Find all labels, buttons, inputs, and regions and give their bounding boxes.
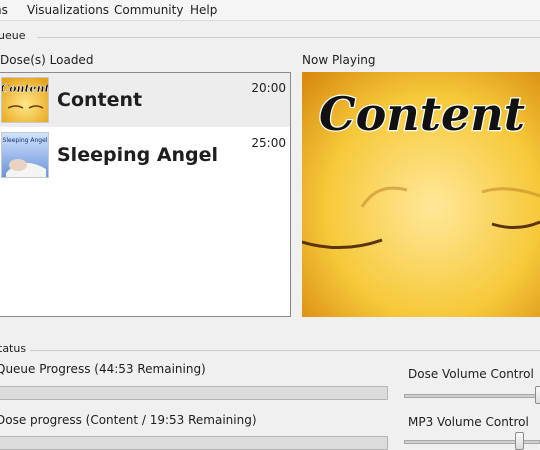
dose-progress-bar — [0, 436, 388, 450]
status-group-divider — [30, 350, 540, 351]
dose-duration: 25:00 — [251, 136, 286, 150]
queue-progress-label: Queue Progress (44:53 Remaining) — [0, 362, 206, 376]
dose-thumbnail-sleeping-angel: Sleeping Angel — [1, 132, 49, 178]
dose-thumb-label: Sleeping Angel — [3, 137, 48, 144]
dose-volume-slider[interactable] — [404, 386, 540, 404]
dose-title: Sleeping Angel — [57, 144, 219, 166]
menu-community[interactable]: Community — [114, 3, 183, 17]
dose-thumb-label: Content — [2, 82, 48, 95]
dose-volume-thumb[interactable] — [535, 386, 540, 404]
now-playing-title: Content — [319, 87, 525, 141]
menu-options[interactable]: ns — [0, 3, 8, 17]
doses-loaded-label: Dose(s) Loaded — [0, 53, 94, 67]
dose-thumbnail-content: Content — [1, 77, 49, 123]
mp3-volume-thumb[interactable] — [515, 432, 524, 450]
dose-duration: 20:00 — [251, 81, 286, 95]
status-group-legend: tatus — [0, 342, 27, 355]
queue-group-divider — [37, 37, 540, 38]
menu-visualizations[interactable]: Visualizations — [27, 3, 109, 17]
dose-volume-label: Dose Volume Control — [408, 367, 534, 381]
now-playing-label: Now Playing — [302, 53, 376, 67]
queue-group-legend: ueue — [0, 29, 26, 42]
dose-progress-label: Dose progress (Content / 19:53 Remaining… — [0, 413, 257, 427]
dose-title: Content — [57, 89, 143, 111]
menu-help[interactable]: Help — [190, 3, 217, 17]
mp3-volume-slider[interactable] — [404, 432, 540, 450]
doses-list[interactable]: Content Content 20:00 Sleeping Angel Sle… — [0, 72, 291, 317]
mp3-volume-label: MP3 Volume Control — [408, 415, 529, 429]
dose-row-content[interactable]: Content Content 20:00 — [0, 73, 290, 127]
queue-progress-bar — [0, 386, 388, 400]
menu-bar: ns Visualizations Community Help — [0, 0, 540, 21]
dose-row-sleeping-angel[interactable]: Sleeping Angel Sleeping Angel 25:00 — [0, 128, 290, 182]
now-playing-visual: Content — [302, 72, 540, 317]
